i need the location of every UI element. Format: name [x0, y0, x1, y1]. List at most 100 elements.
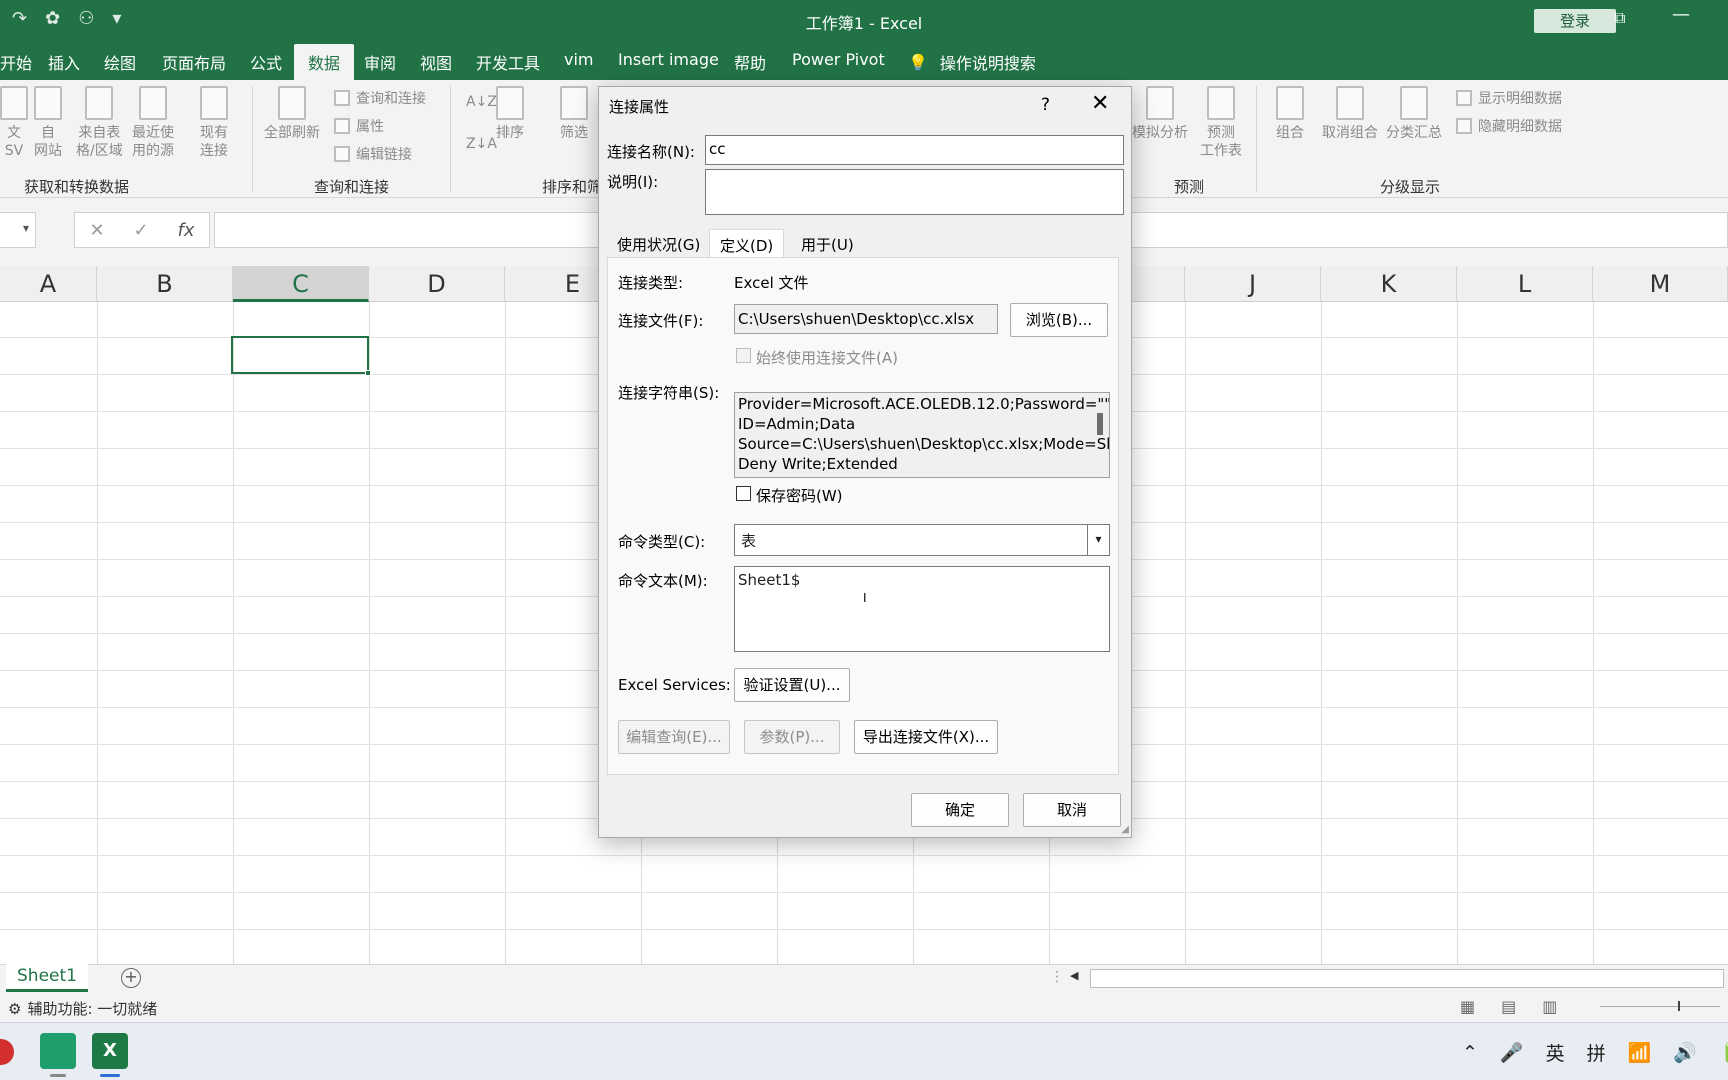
ok-button[interactable]: 确定 — [911, 793, 1009, 827]
tab-power-pivot[interactable]: Power Pivot — [792, 50, 885, 69]
ribbon-refresh-all[interactable]: 全部刷新 — [264, 86, 320, 142]
connection-name-input[interactable]: cc — [705, 135, 1124, 165]
ribbon-filter[interactable]: 筛选 — [560, 86, 588, 142]
zoom-slider[interactable] — [1600, 1001, 1720, 1011]
connection-string-textarea[interactable]: Provider=Microsoft.ACE.OLEDB.12.0;Passwo… — [734, 392, 1110, 478]
ribbon-recent-sources[interactable]: 最近使 用的源 — [132, 86, 174, 160]
cancel-button[interactable]: 取消 — [1023, 793, 1121, 827]
tab-help[interactable]: 帮助 — [734, 50, 766, 74]
column-header-m[interactable]: M — [1593, 266, 1728, 302]
save-password-checkbox[interactable] — [736, 486, 751, 501]
volume-icon[interactable]: 🔊 — [1673, 1041, 1697, 1064]
ime-pinyin-indicator[interactable]: 拼 — [1587, 1039, 1606, 1066]
tab-split-handle[interactable]: ⋮ — [1050, 969, 1064, 985]
tab-definition[interactable]: 定义(D) — [709, 229, 785, 259]
ribbon-hide-detail[interactable]: 隐藏明细数据 — [1456, 116, 1562, 136]
command-type-select[interactable]: 表 ▾ — [734, 524, 1110, 556]
tab-vim[interactable]: vim — [564, 50, 594, 69]
command-text-textarea[interactable]: Sheet1$ I — [734, 566, 1110, 652]
tab-page-layout[interactable]: 页面布局 — [162, 50, 226, 74]
ribbon-group[interactable]: 组合 — [1276, 86, 1304, 142]
command-text-label: 命令文本(M): — [618, 572, 708, 590]
ribbon-what-if[interactable]: 模拟分析 — [1132, 86, 1188, 142]
ribbon-forecast-sheet[interactable]: 预测 工作表 — [1200, 86, 1242, 160]
ribbon-ungroup[interactable]: 取消组合 — [1322, 86, 1378, 142]
battery-icon[interactable]: 🔋 — [1719, 1041, 1728, 1064]
recorder-app-icon[interactable] — [0, 1039, 14, 1065]
page-layout-view-icon[interactable]: ▤ — [1501, 997, 1516, 1016]
tab-data[interactable]: 数据 — [294, 44, 355, 80]
tab-formulas[interactable]: 公式 — [250, 50, 282, 74]
scroll-left-icon[interactable]: ◀ — [1070, 969, 1078, 982]
column-header-a[interactable]: A — [0, 266, 97, 302]
close-button[interactable]: ✕ — [1091, 91, 1109, 116]
description-input[interactable] — [705, 169, 1124, 215]
excel-app-icon[interactable]: X — [92, 1033, 128, 1077]
ribbon-from-table[interactable]: 来自表 格/区域 — [76, 86, 123, 160]
column-header-c[interactable]: C — [233, 266, 369, 302]
insert-function-icon[interactable]: fx — [178, 220, 195, 241]
login-button[interactable]: 登录 — [1534, 9, 1616, 33]
sort-descending-icon[interactable]: Z↓A — [466, 136, 497, 152]
help-button[interactable]: ? — [1041, 95, 1050, 115]
chevron-down-icon[interactable]: ▾ — [1087, 525, 1109, 555]
tab-home[interactable]: 开始 — [0, 50, 32, 74]
tab-insert-image[interactable]: Insert image — [618, 50, 719, 69]
tab-used-in[interactable]: 用于(U) — [791, 229, 864, 259]
what-if-icon — [1146, 86, 1174, 120]
normal-view-icon[interactable]: ▦ — [1460, 997, 1475, 1016]
fill-handle[interactable] — [365, 370, 371, 376]
accessibility-status[interactable]: ⚙ 辅助功能: 一切就绪 — [8, 998, 157, 1019]
system-tray: ⌃ 🎤 英 拼 📶 🔊 🔋 — [1462, 1039, 1728, 1066]
browse-button[interactable]: 浏览(B)... — [1010, 303, 1108, 337]
sheet-tab-sheet1[interactable]: Sheet1 — [6, 964, 88, 992]
export-connection-file-button[interactable]: 导出连接文件(X)... — [854, 720, 998, 754]
column-header-d[interactable]: D — [369, 266, 505, 302]
chevron-up-icon[interactable]: ⌃ — [1462, 1042, 1478, 1064]
name-box[interactable]: ▾ — [0, 212, 36, 248]
tab-insert[interactable]: 插入 — [48, 50, 80, 74]
textarea-scrollbar-thumb[interactable] — [1097, 413, 1103, 435]
ribbon-existing-connections[interactable]: 现有 连接 — [200, 86, 228, 160]
sort-ascending-icon[interactable]: A↓Z — [466, 94, 497, 110]
cancel-icon[interactable]: ✕ — [89, 220, 104, 241]
microphone-icon[interactable]: 🎤 — [1500, 1041, 1524, 1064]
ribbon-from-web[interactable]: 自网站 — [34, 86, 62, 160]
ime-english-indicator[interactable]: 英 — [1546, 1039, 1565, 1066]
tab-draw[interactable]: 绘图 — [104, 50, 136, 74]
ribbon-properties[interactable]: 属性 — [334, 116, 384, 136]
add-sheet-icon[interactable]: + — [121, 968, 141, 988]
tab-view[interactable]: 视图 — [420, 50, 452, 74]
resize-grip-icon[interactable]: ◢ — [1121, 824, 1129, 835]
ribbon-subtotal[interactable]: 分类汇总 — [1386, 86, 1442, 142]
connection-file-input[interactable]: C:\Users\shuen\Desktop\cc.xlsx — [734, 304, 998, 334]
ribbon-csv[interactable]: 文 SV — [0, 86, 28, 160]
ribbon-separator — [450, 86, 451, 192]
ribbon-edit-links[interactable]: 编辑链接 — [334, 144, 412, 164]
always-use-file-checkbox[interactable] — [736, 348, 751, 363]
minimize-icon[interactable]: — — [1672, 4, 1690, 25]
parameters-button[interactable]: 参数(P)... — [744, 720, 840, 754]
wifi-icon[interactable]: 📶 — [1628, 1041, 1652, 1064]
ribbon-queries-connections[interactable]: 查询和连接 — [334, 88, 426, 108]
enter-icon[interactable]: ✓ — [134, 220, 149, 241]
column-header-k[interactable]: K — [1321, 266, 1457, 302]
tab-developer[interactable]: 开发工具 — [476, 50, 540, 74]
scroll-track[interactable] — [1090, 969, 1724, 988]
active-cell-c2[interactable] — [231, 336, 371, 376]
tab-review[interactable]: 审阅 — [364, 50, 396, 74]
edit-query-button[interactable]: 编辑查询(E)... — [618, 720, 730, 754]
ribbon-sort[interactable]: 排序 — [496, 86, 524, 142]
ribbon-show-detail[interactable]: 显示明细数据 — [1456, 88, 1562, 108]
authentication-settings-button[interactable]: 验证设置(U)... — [734, 668, 850, 702]
tell-me-search[interactable]: 💡 操作说明搜索 — [908, 50, 1036, 74]
tab-usage[interactable]: 使用状况(G) — [607, 229, 710, 259]
column-header-l[interactable]: L — [1457, 266, 1593, 302]
page-break-view-icon[interactable]: ▥ — [1542, 997, 1557, 1016]
column-header-b[interactable]: B — [97, 266, 233, 302]
ribbon-display-options-icon[interactable]: ⧉ — [1614, 8, 1625, 28]
chevron-down-icon[interactable]: ▾ — [23, 221, 29, 235]
zoom-knob[interactable] — [1678, 1001, 1680, 1011]
column-header-j[interactable]: J — [1185, 266, 1321, 302]
spreadsheet-app-icon[interactable] — [40, 1033, 76, 1077]
